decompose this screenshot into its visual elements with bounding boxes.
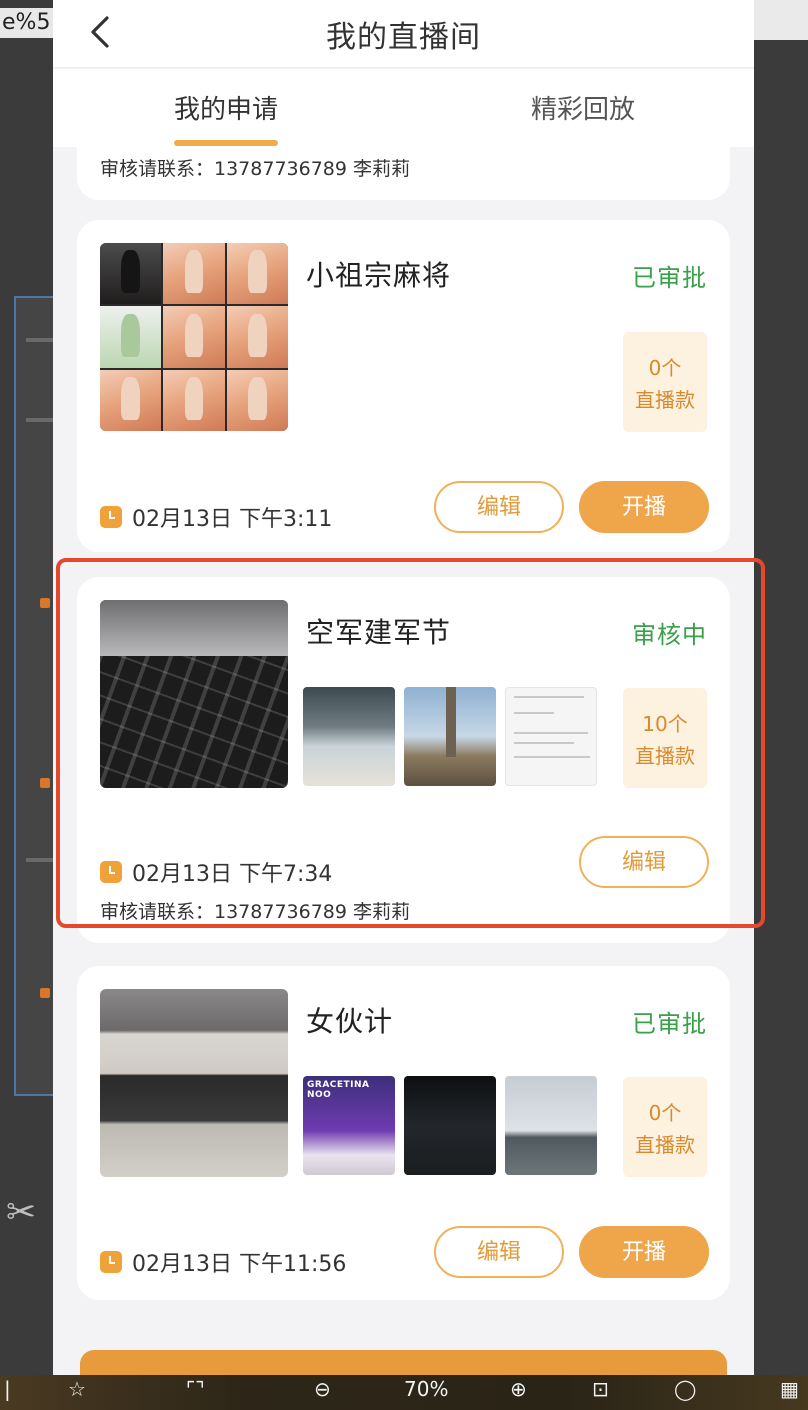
cover-image [100,600,288,788]
time-row: 02月13日 下午3:11 [100,501,332,533]
time-text: 02月13日 下午7:34 [132,862,333,887]
time-row: 02月13日 下午11:56 [100,1246,346,1278]
room-title: 女伙计 [306,1005,394,1038]
start-live-button[interactable]: 开播 [579,481,709,533]
zoom-in-icon[interactable]: ⊕ [510,1377,527,1401]
status-badge: 已审批 [632,264,707,292]
background-right-white [754,0,808,40]
poster-text: GRACETINA NOO [307,1080,370,1100]
contact-text: 审核请联系：13787736789 李莉莉 [100,901,411,923]
edit-button[interactable]: 编辑 [579,836,709,888]
list-item[interactable]: 空军建军节 审核中 10个 直播款 02月13日 下午7:34 审核请联系：13… [77,577,730,943]
grid-icon[interactable]: ▦ [780,1377,799,1401]
product-count: 10个 直播款 [623,688,707,788]
zoom-out-icon[interactable]: ⊖ [314,1377,331,1401]
background-text: e%5 [0,8,53,38]
toolbar-divider: | [4,1377,11,1401]
status-badge: 已审批 [632,1010,707,1038]
edit-button[interactable]: 编辑 [434,1226,564,1278]
contact-text: 审核请联系：13787736789 李莉莉 [100,158,411,180]
background-right [754,0,808,1375]
room-title: 小祖宗麻将 [306,259,452,292]
tab-replay[interactable]: 精彩回放 [531,89,635,126]
list-item[interactable]: 小祖宗麻将 已审批 0个 直播款 02月13日 下午3:11 编辑 开播 [77,220,730,552]
zoom-level: 70% [404,1377,449,1401]
time-row: 02月13日 下午7:34 [100,856,332,888]
product-thumbnail [505,1076,597,1175]
product-count-number: 0个 [648,356,682,380]
bottom-action-button[interactable] [80,1350,727,1375]
list-item[interactable]: 女伙计 已审批 GRACETINA NOO 0个 直播款 02月13日 下午11… [77,966,730,1300]
clock-icon [100,1251,122,1273]
viewer-toolbar: | ☆ ⌜⌝ ⊖ 70% ⊕ ⊡ ◯ ▦ [0,1375,808,1410]
nav-bar: 我的直播间 [53,0,754,68]
product-count: 0个 直播款 [623,1077,707,1177]
rotate-icon[interactable]: ◯ [674,1377,696,1401]
status-badge: 审核中 [632,621,707,649]
time-text: 02月13日 下午3:11 [132,507,333,532]
product-thumbnail [404,687,496,786]
product-thumbnails [303,687,597,786]
scissors-icon[interactable]: ✂ [6,1192,36,1233]
background-thumbnail-frame [14,296,53,1096]
cover-image [100,989,288,1177]
phone-screen: 我的直播间 我的申请 精彩回放 审核请联系：13787736789 李莉莉 我的… [53,0,754,1375]
product-count-label: 直播款 [635,744,695,768]
start-live-button[interactable]: 开播 [579,1226,709,1278]
tab-bar-bg: 我的申请 精彩回放 [53,69,754,147]
product-thumbnail [505,687,597,786]
fit-icon[interactable]: ⊡ [592,1377,609,1401]
page-title: 我的直播间 [326,20,481,55]
product-count-number: 0个 [648,1101,682,1125]
product-thumbnails: GRACETINA NOO [303,1076,597,1175]
clock-icon [100,861,122,883]
cover-image [100,243,288,431]
product-count-label: 直播款 [635,1133,695,1157]
tab-my-applications[interactable]: 我的申请 [174,89,278,126]
product-count-number: 10个 [642,712,688,736]
time-text: 02月13日 下午11:56 [132,1252,347,1277]
product-thumbnail [303,687,395,786]
clock-icon [100,506,122,528]
crop-icon[interactable]: ⌜⌝ [186,1377,205,1401]
active-tab-indicator [174,140,278,146]
product-thumbnail [404,1076,496,1175]
product-thumbnail: GRACETINA NOO [303,1076,395,1175]
star-icon[interactable]: ☆ [68,1377,86,1401]
room-title: 空军建军节 [306,616,452,649]
product-count: 0个 直播款 [623,332,707,432]
edit-button[interactable]: 编辑 [434,481,564,533]
product-count-label: 直播款 [635,388,695,412]
background-left: e%5 ✂ [0,0,53,1375]
